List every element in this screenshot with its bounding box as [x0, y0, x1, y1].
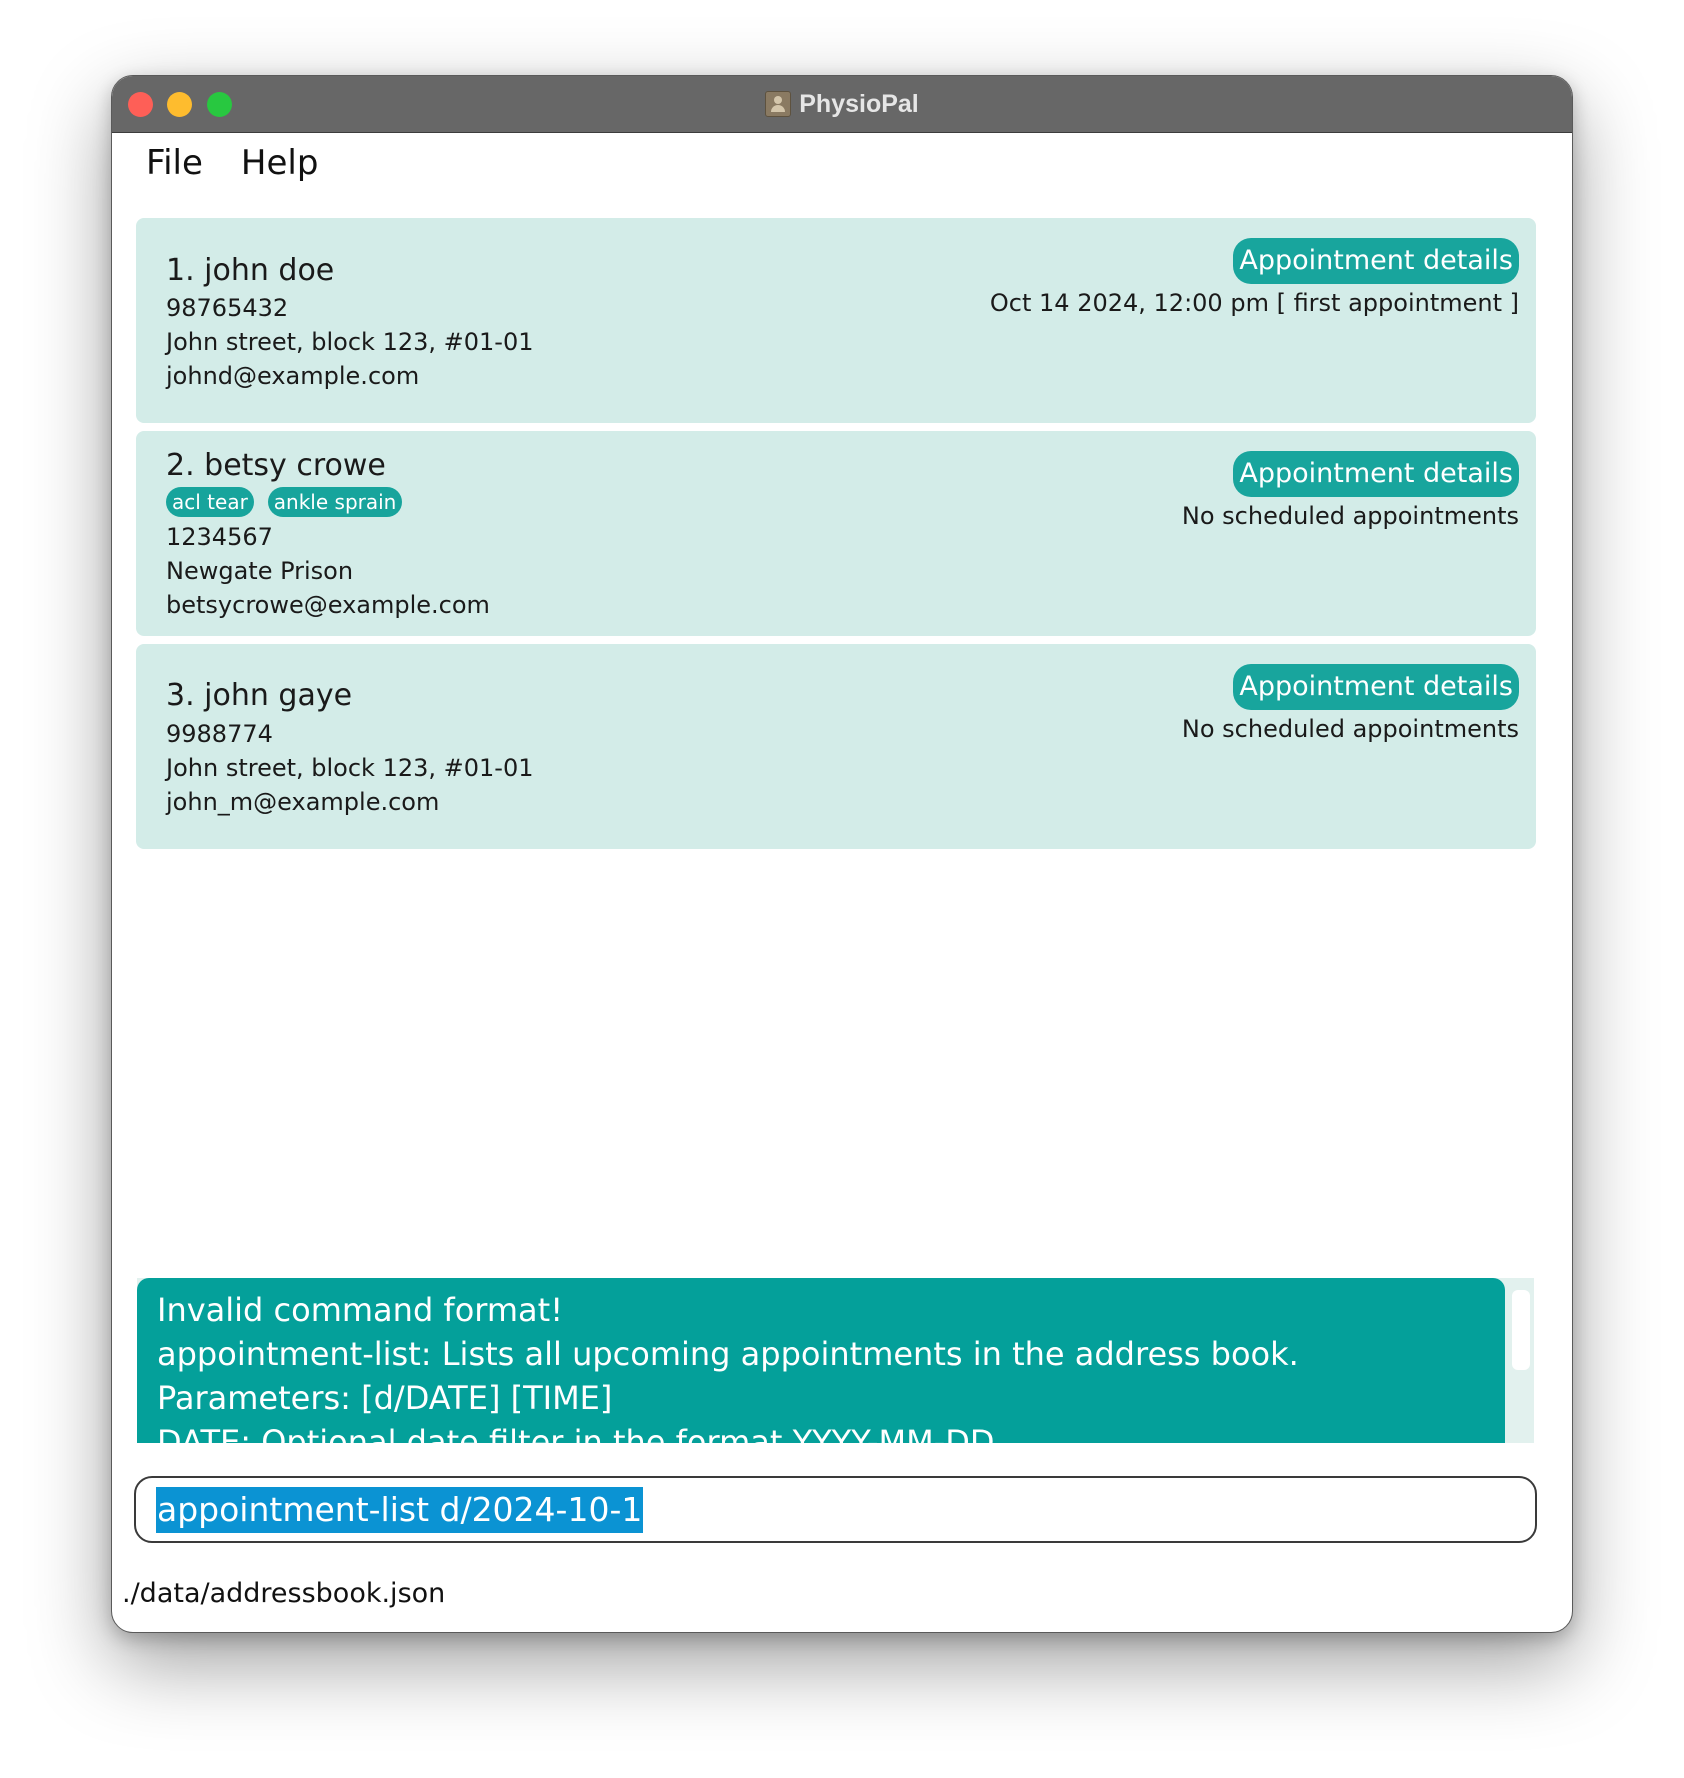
result-display[interactable]: Invalid command format! appointment-list…	[137, 1278, 1505, 1443]
status-bar-file-path: ./data/addressbook.json	[122, 1578, 446, 1609]
appointment-info: Oct 14 2024, 12:00 pm [ first appointmen…	[989, 289, 1519, 317]
command-input[interactable]: appointment-list d/2024-10-1	[134, 1476, 1537, 1543]
tag-badge: ankle sprain	[267, 487, 403, 517]
title-group: PhysioPal	[112, 76, 1572, 132]
patient-email: betsycrowe@example.com	[166, 591, 490, 619]
patient-address: Newgate Prison	[166, 557, 354, 585]
menu-bar: File Help	[112, 133, 1572, 193]
title-bar[interactable]: PhysioPal	[112, 76, 1572, 133]
patient-phone: 98765432	[166, 294, 289, 322]
patient-address: John street, block 123, #01-01	[166, 328, 534, 356]
patient-email: johnd@example.com	[166, 362, 420, 390]
patient-address: John street, block 123, #01-01	[166, 754, 534, 782]
command-input-text[interactable]: appointment-list d/2024-10-1	[156, 1486, 644, 1533]
patient-name: 3. john gaye	[166, 678, 353, 713]
patient-card[interactable]: 3. john gaye 9988774 John street, block …	[136, 644, 1536, 849]
appointment-info: No scheduled appointments	[1181, 502, 1519, 530]
menu-file[interactable]: File	[146, 143, 203, 183]
tag-list: acl tear ankle sprain	[166, 487, 403, 517]
result-panel[interactable]: Invalid command format! appointment-list…	[137, 1278, 1534, 1443]
patient-phone: 1234567	[166, 523, 273, 551]
patient-card[interactable]: 1. john doe 98765432 John street, block …	[136, 218, 1536, 423]
appointment-details-button[interactable]: Appointment details	[1233, 664, 1519, 710]
patient-name: 1. john doe	[166, 253, 335, 288]
patient-email: john_m@example.com	[166, 788, 440, 816]
patient-name: 2. betsy crowe	[166, 448, 386, 483]
tag-badge: acl tear	[166, 487, 254, 517]
patient-card[interactable]: 2. betsy crowe acl tear ankle sprain 123…	[136, 431, 1536, 636]
appointment-details-button[interactable]: Appointment details	[1233, 451, 1519, 497]
app-window: PhysioPal File Help 1. john doe 98765432…	[111, 75, 1573, 1633]
result-line: Parameters: [d/DATE] [TIME]	[157, 1379, 613, 1417]
result-line: DATE: Optional date filter in the format…	[157, 1423, 995, 1443]
result-line: appointment-list: Lists all upcoming app…	[157, 1335, 1299, 1373]
appointment-details-button[interactable]: Appointment details	[1233, 238, 1519, 284]
appointment-info: No scheduled appointments	[1181, 715, 1519, 743]
result-scrollbar[interactable]	[1512, 1290, 1530, 1370]
patient-phone: 9988774	[166, 720, 273, 748]
menu-help[interactable]: Help	[241, 143, 319, 183]
result-line: Invalid command format!	[157, 1291, 564, 1329]
window-title: PhysioPal	[799, 89, 919, 118]
contact-card-icon	[765, 91, 792, 117]
